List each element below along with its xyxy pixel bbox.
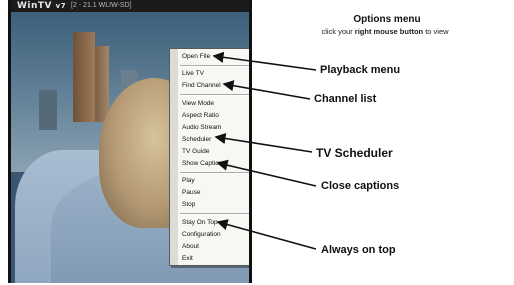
menu-icon-strip bbox=[170, 49, 178, 265]
menu-item-stop[interactable]: Stop bbox=[182, 199, 195, 211]
menu-item-live-tv[interactable]: Live TV bbox=[182, 68, 204, 80]
menu-separator bbox=[180, 65, 249, 67]
menu-item-tv-guide[interactable]: TV Guide bbox=[182, 146, 209, 158]
menu-separator bbox=[180, 94, 249, 96]
callout-always-on-top: Always on top bbox=[321, 244, 396, 256]
menu-item-show-captions[interactable]: Show Captions bbox=[182, 158, 226, 170]
callout-close-captions: Close captions bbox=[321, 180, 400, 192]
menu-separator bbox=[180, 172, 249, 174]
menu-item-open-file[interactable]: Open File bbox=[182, 51, 210, 63]
video-building bbox=[39, 90, 57, 130]
callout-tv-scheduler: TV Scheduler bbox=[316, 146, 393, 160]
callout-channel-list: Channel list bbox=[314, 93, 377, 105]
options-menu-subtitle: click your right mouse button to view bbox=[321, 27, 449, 36]
menu-item-aspect-ratio[interactable]: Aspect Ratio bbox=[182, 110, 252, 122]
menu-item-stay-on-top[interactable]: Stay On Top bbox=[182, 217, 218, 229]
menu-item-audio-stream[interactable]: Audio Stream bbox=[182, 122, 252, 134]
channel-info: [2 - 21.1 WLIW-SD] bbox=[71, 2, 132, 9]
menu-separator bbox=[180, 213, 249, 215]
video-title-bar: WinTV v7 [2 - 21.1 WLIW-SD] bbox=[11, 0, 249, 12]
submenu-arrow-icon bbox=[249, 102, 252, 106]
submenu-arrow-icon bbox=[249, 126, 252, 130]
menu-item-exit[interactable]: Exit bbox=[182, 253, 193, 265]
submenu-arrow-icon bbox=[249, 114, 252, 118]
app-brand: WinTV v7 bbox=[17, 1, 67, 11]
menu-item-about[interactable]: About bbox=[182, 241, 199, 253]
menu-item-view-mode[interactable]: View Mode bbox=[182, 98, 252, 110]
menu-item-pause[interactable]: Pause bbox=[182, 187, 200, 199]
menu-item-play[interactable]: Play bbox=[182, 175, 195, 187]
callout-playback-menu: Playback menu bbox=[320, 64, 401, 76]
context-menu: Open File Live TV Find Channel View Mode… bbox=[169, 48, 252, 266]
menu-item-configuration[interactable]: Configuration bbox=[182, 229, 221, 241]
video-window[interactable]: WinTV v7 [2 - 21.1 WLIW-SD] Open File Li… bbox=[8, 0, 252, 283]
options-menu-title: Options menu bbox=[353, 14, 421, 25]
video-building bbox=[73, 32, 95, 122]
menu-item-scheduler[interactable]: Scheduler bbox=[182, 134, 211, 146]
video-building bbox=[95, 46, 109, 122]
menu-item-find-channel[interactable]: Find Channel bbox=[182, 80, 221, 92]
